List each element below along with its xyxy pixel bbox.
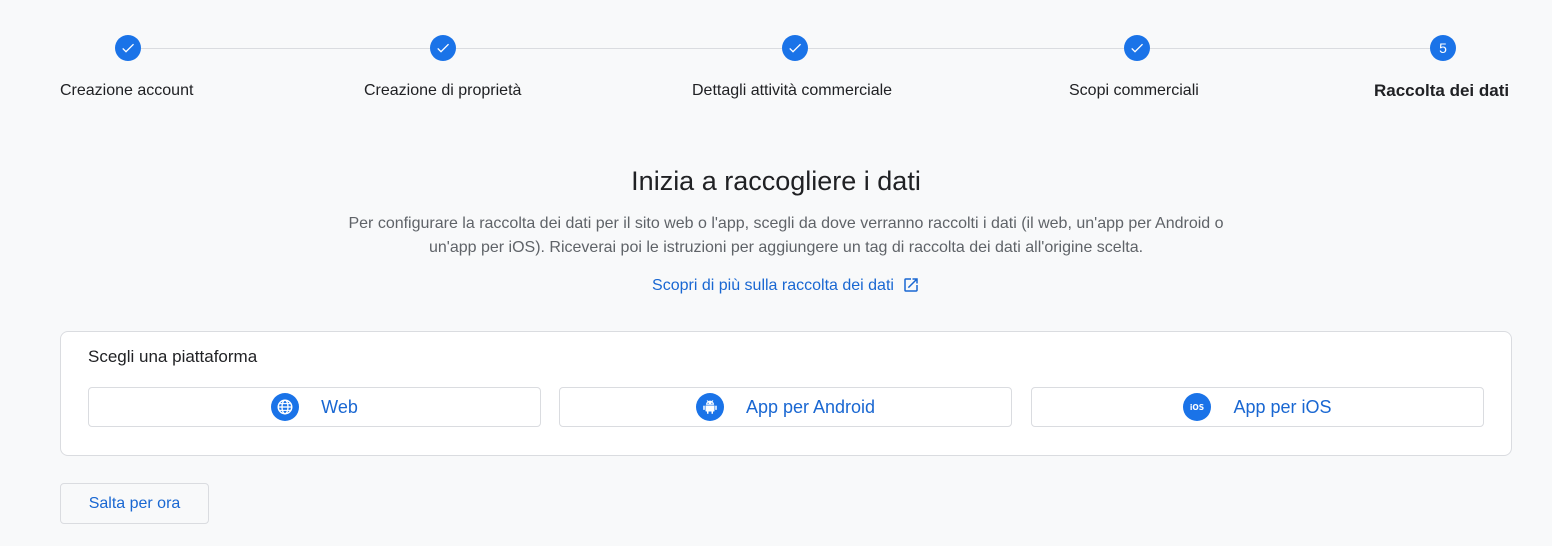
step-4-check-icon <box>1124 35 1150 61</box>
step-label-4: Scopi commerciali <box>1069 82 1199 99</box>
step-5-number: 5 <box>1430 35 1456 61</box>
android-platform-button[interactable]: App per Android <box>559 387 1012 427</box>
step-2-check-icon <box>430 35 456 61</box>
step-label-3: Dettagli attività commerciale <box>692 82 893 99</box>
step-label-1: Creazione account <box>60 82 194 99</box>
step-connector <box>808 48 1124 49</box>
ios-platform-button[interactable]: iOS App per iOS <box>1031 387 1484 427</box>
step-label-2: Creazione di proprietà <box>364 82 522 99</box>
skip-for-now-button[interactable]: Salta per ora <box>60 483 209 524</box>
page: 5 Creazione account Creazione di proprie… <box>0 0 1552 546</box>
step-connector <box>456 48 782 49</box>
step-label-5: Raccolta dei dati <box>1374 81 1510 100</box>
android-platform-label: App per Android <box>745 396 876 417</box>
android-icon <box>695 393 724 421</box>
progress-stepper: 5 Creazione account Creazione di proprie… <box>0 0 1552 110</box>
step-connector <box>141 48 430 49</box>
page-description: Per configurare la raccolta dei dati per… <box>348 215 1224 256</box>
ios-icon: iOS <box>1183 393 1212 421</box>
step-3-check-icon <box>782 35 808 61</box>
platform-card-title: Scegli una piattaforma <box>88 347 258 366</box>
learn-more-link[interactable]: Scopri di più sulla raccolta dei dati <box>0 276 1552 295</box>
open-in-new-icon <box>902 276 920 294</box>
globe-icon <box>271 393 300 421</box>
platform-card: Scegli una piattaforma Web App per Andro… <box>60 331 1512 456</box>
learn-more-label: Scopri di più sulla raccolta dei dati <box>652 277 894 294</box>
step-1-check-icon <box>115 35 141 61</box>
page-title: Inizia a raccogliere i dati <box>631 166 921 196</box>
web-platform-label: Web <box>321 396 358 417</box>
ios-platform-label: App per iOS <box>1233 396 1332 417</box>
web-platform-button[interactable]: Web <box>88 387 541 427</box>
svg-text:iOS: iOS <box>1190 403 1204 412</box>
step-connector <box>1150 48 1430 49</box>
